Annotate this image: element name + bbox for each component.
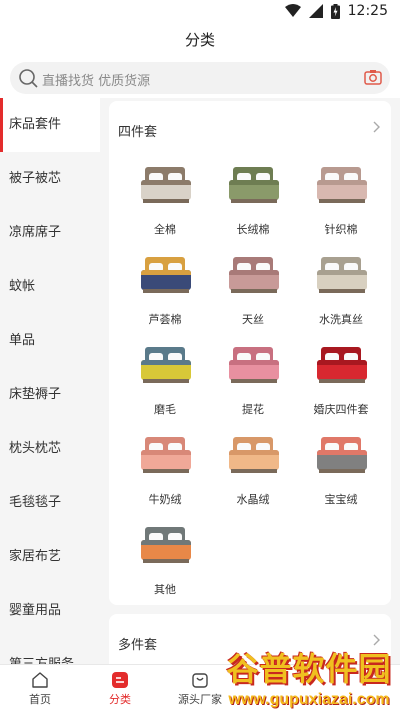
- bedding-image: [141, 437, 191, 473]
- subcategory-label: 针织棉: [324, 223, 358, 236]
- subcategory-item[interactable]: 提花: [203, 341, 293, 427]
- sidebar-item[interactable]: 第三方服务: [0, 638, 100, 664]
- tab-home[interactable]: 首页: [0, 665, 80, 712]
- sidebar-item[interactable]: 蚊帐: [0, 260, 100, 314]
- subcategory-item[interactable]: 长绒棉: [203, 161, 293, 247]
- subcategory-item[interactable]: 其他: [115, 521, 205, 607]
- sidebar-item[interactable]: 被子被芯: [0, 152, 100, 206]
- bedding-image: [317, 167, 367, 203]
- status-icons: 12:25: [284, 3, 388, 19]
- signal-icon: [308, 4, 323, 18]
- search-placeholder: 直播找货 优质货源: [42, 74, 151, 89]
- subcategory-item[interactable]: 水晶绒: [203, 431, 293, 517]
- status-bar: 12:25: [0, 0, 400, 24]
- subcategory-item[interactable]: 磨毛: [115, 341, 205, 427]
- section-header[interactable]: 四件套: [109, 101, 391, 157]
- bedding-image: [141, 167, 191, 203]
- subcategory-label: 其他: [154, 583, 176, 596]
- subcategory-label: 水洗真丝: [319, 313, 363, 326]
- bag-icon: [192, 673, 208, 688]
- subcategory-item[interactable]: 针织棉: [291, 161, 381, 247]
- category-sidebar: 床品套件被子被芯凉席席子蚊帐单品床垫褥子枕头枕芯毛毯毯子家居布艺婴童用品第三方服…: [0, 98, 100, 664]
- bedding-image: [141, 527, 191, 563]
- subcategory-item[interactable]: 芦荟棉: [115, 251, 205, 337]
- section-title: 四件套: [118, 125, 158, 140]
- subcategory-item[interactable]: 天丝: [203, 251, 293, 337]
- search-icon: [19, 69, 38, 88]
- chevron-right-icon[interactable]: [373, 121, 381, 133]
- bedding-image: [141, 257, 191, 293]
- subcategory-item[interactable]: 牛奶绒: [115, 431, 205, 517]
- home-icon: [32, 672, 48, 688]
- page-title: 分类: [0, 24, 400, 60]
- subcategory-item[interactable]: 婚庆四件套: [291, 341, 381, 427]
- bedding-image: [229, 167, 279, 203]
- section-four-piece: 四件套 全棉 长绒棉针织棉芦荟棉 天丝水洗真丝磨毛 提花婚庆四件套牛奶绒 水晶绒宝宝绒其…: [109, 101, 391, 605]
- sidebar-item[interactable]: 床垫褥子: [0, 368, 100, 422]
- battery-icon: [330, 3, 340, 19]
- camera-icon[interactable]: [364, 69, 382, 85]
- sidebar-item[interactable]: 床品套件: [0, 98, 100, 152]
- bedding-image: [317, 257, 367, 293]
- subcategory-label: 宝宝绒: [324, 493, 358, 506]
- search-bar: 直播找货 优质货源: [0, 60, 400, 98]
- bedding-image: [317, 437, 367, 473]
- wifi-icon: [284, 4, 301, 17]
- sidebar-item[interactable]: 家居布艺: [0, 530, 100, 584]
- watermark-url: www.gupuxiazai.com: [228, 691, 390, 708]
- sidebar-item[interactable]: 单品: [0, 314, 100, 368]
- subcategory-item[interactable]: 水洗真丝: [291, 251, 381, 337]
- category-content: 四件套 全棉 长绒棉针织棉芦荟棉 天丝水洗真丝磨毛 提花婚庆四件套牛奶绒 水晶绒宝宝绒其…: [100, 98, 400, 664]
- chevron-right-icon[interactable]: [373, 634, 381, 646]
- tab-label: 分类: [109, 693, 131, 706]
- bedding-image: [229, 437, 279, 473]
- sidebar-item[interactable]: 枕头枕芯: [0, 422, 100, 476]
- subcategory-item[interactable]: 全棉: [115, 161, 205, 247]
- subcategory-label: 婚庆四件套: [313, 403, 369, 416]
- sidebar-item[interactable]: 凉席席子: [0, 206, 100, 260]
- search-input[interactable]: 直播找货 优质货源: [10, 62, 390, 94]
- sidebar-item[interactable]: 婴童用品: [0, 584, 100, 638]
- tab-label: 首页: [29, 693, 51, 706]
- status-time: 12:25: [347, 3, 388, 19]
- watermark-logo: 谷普软件园 www.gupuxiazai.com: [220, 648, 398, 710]
- sidebar-item[interactable]: 毛毯毯子: [0, 476, 100, 530]
- bedding-image: [141, 347, 191, 383]
- watermark-title: 谷普软件园: [226, 651, 392, 687]
- tab-category[interactable]: 分类: [80, 665, 160, 712]
- bedding-image: [229, 347, 279, 383]
- subcategory-item[interactable]: 宝宝绒: [291, 431, 381, 517]
- section-title: 多件套: [118, 638, 158, 653]
- category-icon: [112, 672, 128, 688]
- bedding-image: [317, 347, 367, 383]
- bedding-image: [229, 257, 279, 293]
